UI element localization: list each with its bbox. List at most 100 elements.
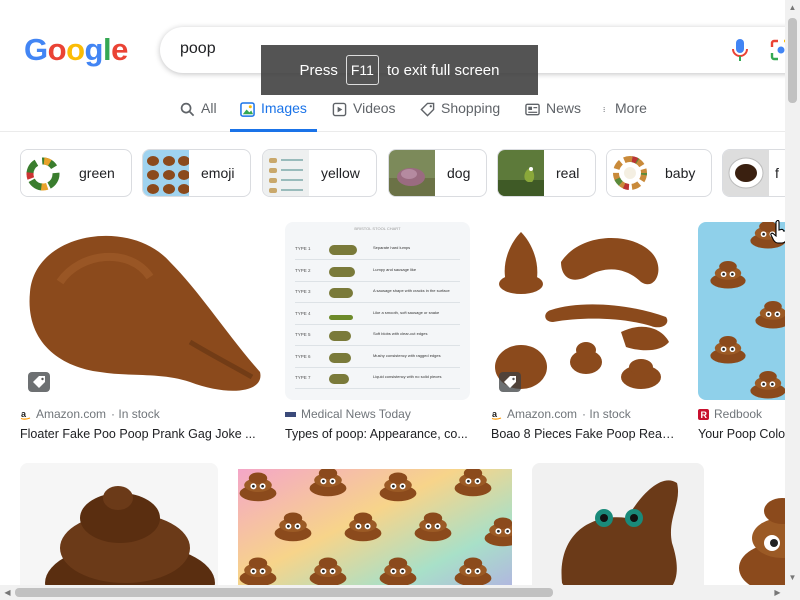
stool-shape-icon — [329, 352, 351, 363]
image-result[interactable]: R Redbook Your Poop Colo — [698, 222, 785, 447]
result-source[interactable]: R Redbook — [698, 407, 762, 421]
chip-label: yellow — [321, 165, 360, 181]
tab-shopping[interactable]: Shopping — [420, 100, 500, 132]
horizontal-scrollbar[interactable]: ◀ ▶ — [0, 585, 800, 600]
tab-all[interactable]: All — [180, 100, 217, 132]
google-logo[interactable]: Google — [24, 32, 128, 68]
poop-emoji-pastel-image — [238, 469, 512, 600]
result-title[interactable]: Types of poop: Appearance, co... — [285, 427, 470, 441]
stool-chart-row: TYPE 3 A sausage shape with cracks in the… — [295, 285, 460, 303]
search-icon — [180, 102, 195, 117]
product-tag-icon — [499, 372, 521, 392]
result-image[interactable] — [20, 222, 265, 400]
tab-more[interactable]: More — [603, 100, 647, 132]
fake-poop-image — [20, 222, 265, 400]
tag-icon — [420, 102, 435, 117]
chip-emoji[interactable]: emoji — [142, 149, 252, 197]
chip-green[interactable]: green — [20, 149, 132, 197]
tab-label: More — [615, 100, 647, 116]
result-source[interactable]: Medical News Today — [285, 407, 411, 421]
tab-label: Images — [261, 100, 307, 116]
result-title[interactable]: Your Poop Colo — [698, 427, 785, 441]
vertical-scroll-thumb[interactable] — [788, 18, 797, 103]
result-image[interactable]: BRISTOL STOOL CHART TYPE 1 Separate hard … — [285, 222, 470, 400]
scroll-right-icon[interactable]: ▶ — [770, 585, 785, 600]
chip-thumbnail — [607, 150, 653, 196]
stool-type-label: TYPE 2 — [295, 267, 311, 273]
more-vert-icon — [603, 107, 605, 112]
redbook-favicon: R — [698, 408, 709, 420]
microphone-icon[interactable] — [730, 38, 750, 62]
scroll-up-icon[interactable]: ▲ — [785, 0, 800, 15]
image-result[interactable] — [724, 463, 785, 600]
image-result[interactable] — [20, 463, 218, 600]
video-icon — [332, 102, 347, 117]
chip-baby[interactable]: baby — [606, 149, 713, 197]
result-title[interactable]: Boao 8 Pieces Fake Poop Reali... — [491, 427, 676, 441]
image-result[interactable]: a Amazon.com · In stock Floater Fake Poo… — [20, 222, 265, 447]
scroll-down-icon[interactable]: ▼ — [785, 570, 800, 585]
stool-description: Like a smooth, soft sausage or snake — [373, 309, 440, 315]
tab-images[interactable]: Images — [230, 100, 317, 132]
chip-thumbnail — [263, 150, 309, 196]
tab-label: Shopping — [441, 100, 501, 116]
chip-partial[interactable]: f — [722, 149, 792, 197]
scroll-left-icon[interactable]: ◀ — [0, 585, 15, 600]
svg-text:a: a — [492, 409, 498, 419]
stool-chart-row: TYPE 2 Lumpy and sausage like — [295, 264, 460, 282]
result-source[interactable]: a Amazon.com · In stock — [491, 407, 631, 421]
browser-viewport: Google poop Press F11 to exit full scree… — [0, 0, 800, 600]
image-result[interactable]: a Amazon.com · In stock Boao 8 Pieces Fa… — [491, 222, 676, 447]
news-icon — [525, 103, 540, 116]
poop-emoji-large-image — [724, 463, 785, 600]
poop-pile-image — [20, 463, 218, 600]
fullscreen-message: to exit full screen — [386, 61, 500, 79]
chip-label: green — [79, 165, 115, 181]
chip-thumbnail — [498, 150, 544, 196]
result-image[interactable] — [724, 463, 785, 600]
result-title[interactable]: Floater Fake Poo Poop Prank Gag Joke ... — [20, 427, 265, 441]
fullscreen-press-text: Press — [299, 61, 338, 79]
chip-label: dog — [447, 165, 471, 181]
result-source[interactable]: a Amazon.com · In stock — [20, 407, 160, 421]
stool-type-label: TYPE 3 — [295, 289, 311, 294]
stool-chart-row: TYPE 6 Mushy consistency with ragged edge… — [295, 350, 460, 368]
result-image[interactable] — [491, 222, 676, 400]
stool-description: Soft blobs with clear-cut edges — [373, 331, 428, 336]
search-input[interactable]: poop — [180, 40, 216, 58]
stool-chart-row: TYPE 7 Liquid consistency with no solid p… — [295, 371, 460, 389]
tab-news[interactable]: News — [525, 100, 581, 132]
image-result[interactable]: BRISTOL STOOL CHART TYPE 1 Separate hard … — [285, 222, 470, 447]
source-name: Amazon.com — [507, 407, 578, 421]
stool-shape-icon — [329, 245, 357, 255]
result-image[interactable] — [532, 463, 704, 600]
source-name: Redbook — [714, 407, 763, 421]
chip-yellow[interactable]: yellow — [262, 149, 377, 197]
search-tabs: All Images Videos Shopping News More — [0, 88, 785, 132]
horizontal-scroll-thumb[interactable] — [15, 588, 553, 597]
stool-type-label: TYPE 4 — [295, 310, 311, 316]
product-tag-icon — [28, 372, 50, 392]
amazon-favicon: a — [20, 409, 31, 420]
mnt-favicon — [285, 409, 296, 420]
stock-status: · In stock — [582, 407, 631, 421]
svg-text:R: R — [701, 410, 708, 420]
vertical-scrollbar[interactable]: ▲ ▼ — [785, 0, 800, 585]
tab-videos[interactable]: Videos — [332, 100, 396, 132]
chip-dog[interactable]: dog — [388, 149, 488, 197]
result-image[interactable] — [698, 222, 785, 400]
poop-emoji-pattern-image — [698, 222, 785, 400]
image-result[interactable] — [238, 469, 512, 600]
image-result[interactable] — [532, 463, 704, 600]
amazon-favicon: a — [491, 409, 502, 420]
stool-description: A sausage shape with cracks in the surfa… — [373, 288, 450, 293]
image-icon — [240, 102, 255, 117]
chip-label: emoji — [201, 165, 235, 181]
result-image[interactable] — [20, 463, 218, 600]
result-image[interactable] — [238, 469, 512, 600]
chip-real[interactable]: real — [497, 149, 597, 197]
chip-label: baby — [665, 165, 696, 181]
stool-type-label: TYPE 6 — [295, 353, 311, 359]
svg-text:a: a — [21, 409, 27, 419]
source-name: Medical News Today — [301, 407, 411, 421]
